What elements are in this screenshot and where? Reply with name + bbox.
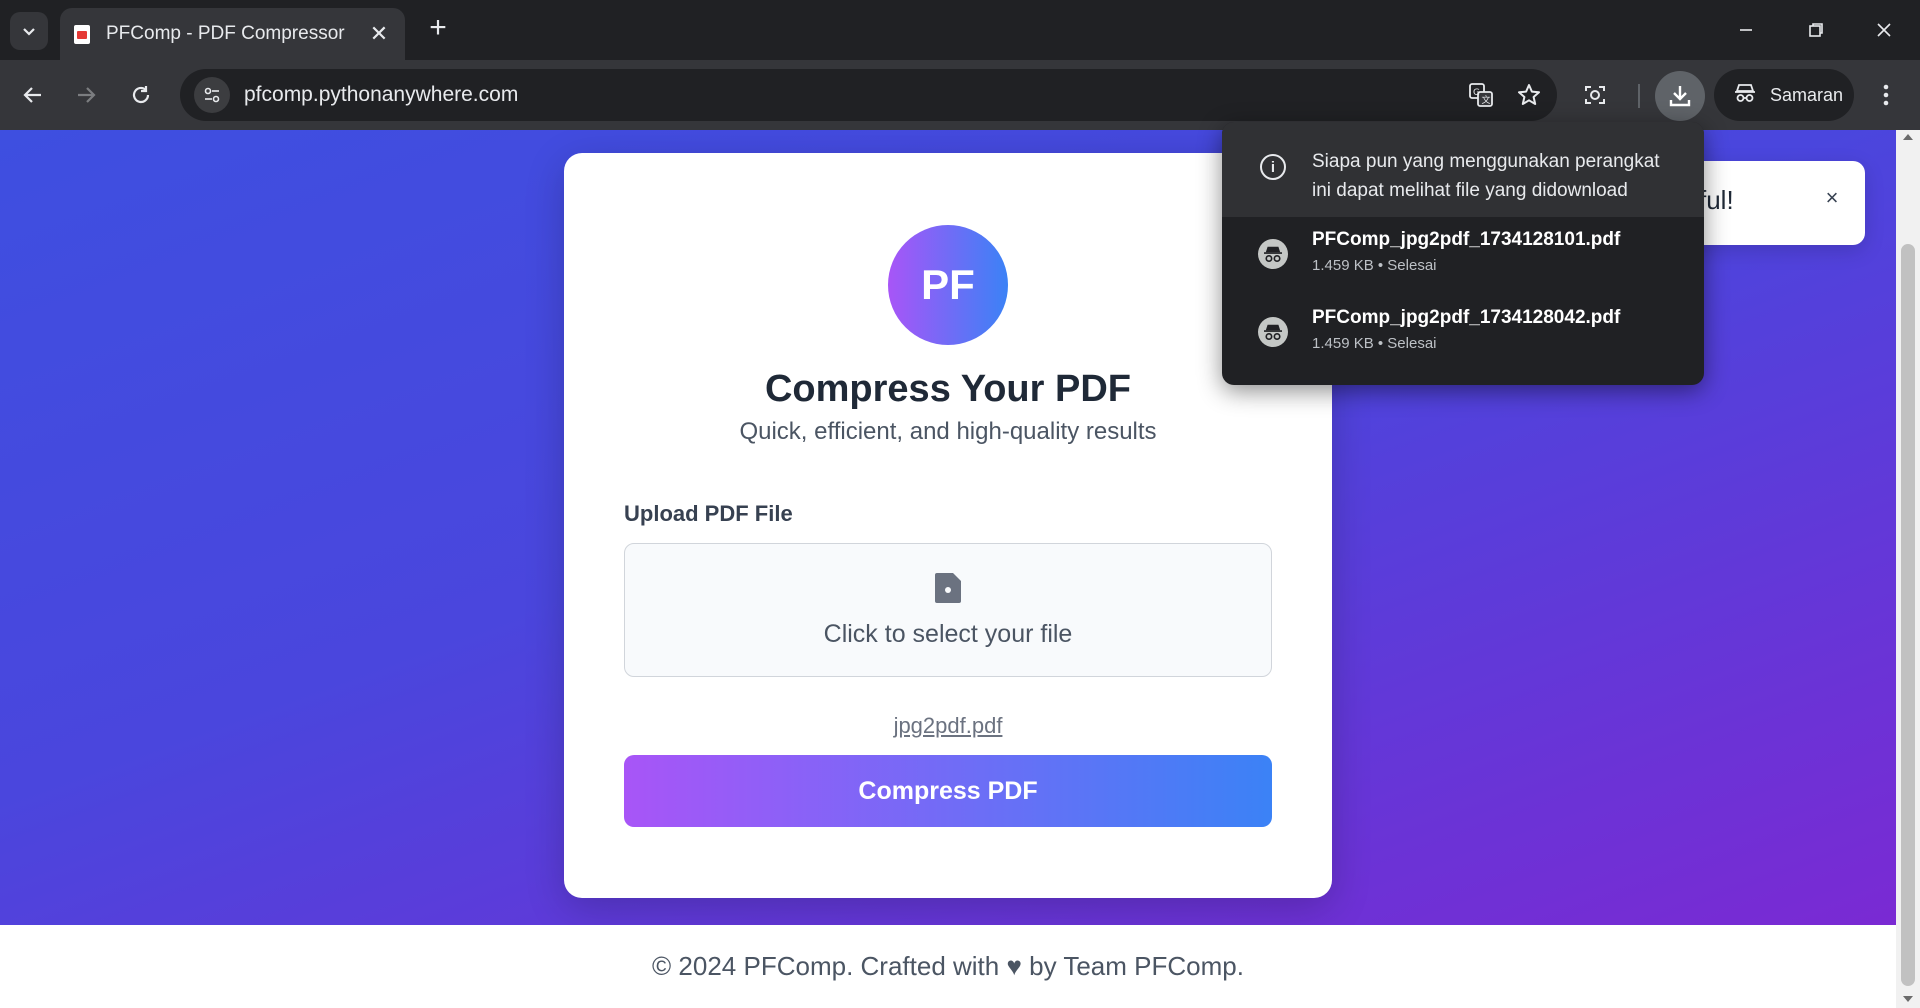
selected-file-name: jpg2pdf.pdf	[893, 713, 1003, 738]
star-icon[interactable]	[1509, 75, 1549, 115]
page-footer: © 2024 PFComp. Crafted with ♥ by Team PF…	[0, 925, 1896, 1008]
dropzone-text: Click to select your file	[823, 620, 1073, 648]
incognito-profile-button[interactable]: Samaran	[1714, 69, 1854, 121]
kebab-menu-icon[interactable]	[1866, 74, 1906, 116]
restore-button[interactable]	[1794, 8, 1838, 52]
incognito-icon	[1258, 239, 1288, 269]
arrow-left-icon	[23, 87, 41, 103]
upload-label: Upload PDF File	[624, 501, 793, 526]
new-tab-button[interactable]: +	[420, 10, 456, 46]
incognito-icon	[1258, 317, 1288, 347]
download-file-name: PFComp_jpg2pdf_1734128042.pdf	[1312, 307, 1621, 328]
reload-icon	[132, 86, 150, 104]
page-scrollbar[interactable]	[1896, 130, 1920, 1008]
pdf-icon	[74, 24, 90, 44]
svg-text:G: G	[1473, 88, 1480, 98]
toolbar-divider	[1638, 84, 1640, 108]
download-item[interactable]: PFComp_jpg2pdf_1734128101.pdf 1.459 KB •…	[1222, 217, 1704, 295]
tab-title: PFComp - PDF Compressor	[106, 23, 345, 44]
tune-icon[interactable]	[194, 77, 230, 113]
scroll-down-icon[interactable]	[1903, 996, 1913, 1002]
arrow-right-icon	[78, 87, 96, 103]
scroll-up-icon[interactable]	[1903, 134, 1913, 140]
downloads-notice: i Siapa pun yang menggunakan perangkat i…	[1222, 122, 1704, 217]
page-subtitle: Quick, efficient, and high-quality resul…	[739, 418, 1157, 445]
download-icon	[1669, 86, 1691, 107]
url-text[interactable]: pfcomp.pythonanywhere.com	[244, 83, 1461, 107]
download-file-name: PFComp_jpg2pdf_1734128101.pdf	[1312, 229, 1621, 250]
close-window-button[interactable]	[1862, 8, 1906, 52]
browser-toolbar: pfcomp.pythonanywhere.com G文 Samaran	[0, 60, 1920, 130]
logo: PF	[888, 225, 1008, 345]
reload-button[interactable]	[120, 74, 162, 116]
minimize-button[interactable]	[1724, 8, 1768, 52]
tab-strip: PFComp - PDF Compressor ✕ +	[0, 0, 1920, 60]
profile-label: Samaran	[1770, 84, 1844, 105]
toast-close-button[interactable]: ×	[1818, 185, 1846, 211]
address-bar[interactable]: pfcomp.pythonanywhere.com G文	[180, 69, 1557, 121]
forward-button[interactable]	[65, 74, 107, 116]
svg-text:文: 文	[1482, 94, 1491, 106]
info-icon: i	[1260, 154, 1286, 180]
file-icon	[935, 573, 961, 603]
browser-tab[interactable]: PFComp - PDF Compressor ✕	[60, 8, 405, 60]
compress-button[interactable]: Compress PDF	[624, 755, 1272, 827]
scroll-thumb[interactable]	[1901, 244, 1915, 986]
minimize-icon	[1740, 29, 1752, 31]
back-button[interactable]	[12, 74, 54, 116]
compress-card: PF Compress Your PDF Quick, efficient, a…	[564, 153, 1332, 898]
download-item[interactable]: PFComp_jpg2pdf_1734128042.pdf 1.459 KB •…	[1222, 295, 1704, 373]
tab-search-button[interactable]	[10, 12, 48, 50]
downloads-notice-text: Siapa pun yang menggunakan perangkat ini…	[1312, 151, 1660, 201]
translate-icon[interactable]: G文	[1461, 75, 1501, 115]
chevron-down-icon	[23, 28, 35, 36]
download-file-meta: 1.459 KB • Selesai	[1312, 257, 1437, 274]
incognito-icon	[1734, 83, 1756, 108]
page-title: Compress Your PDF	[764, 368, 1131, 410]
download-file-meta: 1.459 KB • Selesai	[1312, 335, 1437, 352]
file-dropzone[interactable]: Click to select your file	[624, 543, 1272, 677]
downloads-button[interactable]	[1655, 71, 1705, 121]
tab-close-icon[interactable]: ✕	[367, 21, 391, 47]
restore-icon	[1809, 23, 1823, 37]
screenshot-icon[interactable]	[1574, 74, 1616, 116]
close-icon	[1877, 23, 1891, 37]
downloads-bubble: i Siapa pun yang menggunakan perangkat i…	[1222, 122, 1704, 385]
